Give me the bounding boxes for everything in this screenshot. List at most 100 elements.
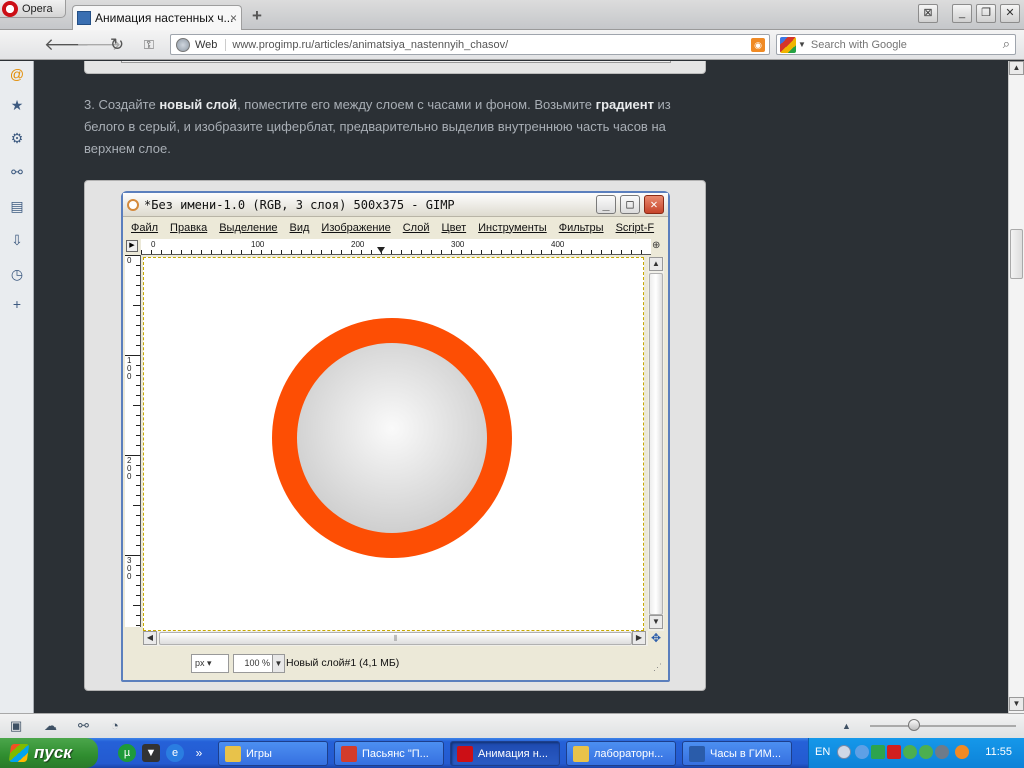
notes-icon[interactable]: ▤ <box>8 197 26 215</box>
ati-icon[interactable] <box>887 745 901 759</box>
ruler-tick <box>591 250 592 254</box>
address-url[interactable]: www.progimp.ru/articles/animatsiya_naste… <box>232 39 508 51</box>
page-scroll-down-icon[interactable]: ▼ <box>1009 697 1024 711</box>
minimize-button[interactable]: _ <box>952 4 972 23</box>
reload-icon[interactable]: ↻ <box>107 35 127 55</box>
internet-explorer-icon[interactable]: e <box>166 744 184 762</box>
antivirus-icon[interactable] <box>919 745 933 759</box>
unit-select[interactable]: px ▾ <box>191 654 229 673</box>
gimp-close-button[interactable]: ✕ <box>644 195 664 214</box>
rss-feed-icon[interactable]: ◉ <box>751 38 765 52</box>
gimp-horizontal-scrollbar[interactable]: ◀ ⦀ ▶ <box>143 631 648 646</box>
gimp-menu-item[interactable]: Выделение <box>219 222 277 234</box>
ruler-tick <box>441 250 442 254</box>
add-panel-icon[interactable]: + <box>8 295 26 313</box>
update-icon[interactable] <box>955 745 969 759</box>
new-tab-button[interactable]: + <box>252 6 262 26</box>
clock-face <box>297 343 487 533</box>
forward-icon[interactable]: 🡒 <box>76 35 122 55</box>
settings-gear-icon[interactable]: ⚙ <box>8 129 26 147</box>
language-indicator[interactable]: EN <box>815 746 830 758</box>
downloads-icon[interactable]: ⇩ <box>8 231 26 249</box>
mail-icon[interactable]: @ <box>8 65 26 83</box>
gimp-menu-item[interactable]: Вид <box>290 222 310 234</box>
panel-toggle-icon[interactable]: ▣ <box>10 718 22 734</box>
gimp-menu-item[interactable]: Цвет <box>441 222 466 234</box>
scroll-right-icon[interactable]: ▶ <box>632 631 646 645</box>
resize-grip-icon[interactable]: ⋰ <box>653 662 662 673</box>
gimp-vertical-scrollbar[interactable]: ▲ ▼ <box>648 257 664 631</box>
tray-back-icon[interactable] <box>837 745 851 759</box>
gimp-zoom-icon[interactable]: ⊕ <box>652 240 666 254</box>
taskbar-button[interactable]: Часы в ГИМ... <box>682 741 792 766</box>
page-scroll-thumb[interactable] <box>1010 229 1023 279</box>
app-shortcut-icon[interactable]: ▼ <box>142 744 160 762</box>
zoom-slider[interactable] <box>870 719 1016 731</box>
vscroll-thumb[interactable] <box>649 273 663 615</box>
gimp-menu-item[interactable]: Script-F <box>616 222 655 234</box>
speed-dial-icon[interactable]: ◔ <box>111 718 119 733</box>
bookmarks-star-icon[interactable]: ★ <box>8 96 26 114</box>
start-button[interactable]: пуск <box>0 738 98 768</box>
back-icon[interactable]: 🡐 <box>44 35 90 55</box>
history-clock-icon[interactable]: ◷ <box>8 265 26 283</box>
search-box[interactable]: ▼ ⌕ <box>776 34 1016 55</box>
taskbar-button[interactable]: Анимация н... <box>450 741 560 766</box>
taskbar-button[interactable]: лабораторн... <box>566 741 676 766</box>
ruler-tick <box>136 295 140 296</box>
security-check-icon[interactable] <box>903 745 917 759</box>
quicklaunch-more-icon[interactable]: » <box>190 744 208 762</box>
gimp-pan-icon[interactable]: ✥ <box>651 631 661 645</box>
download-arrow-icon[interactable] <box>871 745 885 759</box>
taskbar-button[interactable]: Игры <box>218 741 328 766</box>
tab-active[interactable]: Анимация настенных ч... × <box>72 5 242 30</box>
opera-menu-button[interactable]: Opera <box>0 0 66 18</box>
image-canvas[interactable] <box>143 257 644 631</box>
gimp-navigate-icon[interactable]: ▶ <box>126 240 138 252</box>
restore-button[interactable]: ❐ <box>976 4 996 23</box>
utorrent-icon[interactable]: µ <box>118 744 136 762</box>
gimp-statusbar: px ▾ 100 % ▼ Новый слой#1 (4,1 МБ) ⋰ <box>123 650 668 678</box>
page-content: 3. Создайте новый слой, поместите его ме… <box>34 61 1008 713</box>
scroll-left-icon[interactable]: ◀ <box>143 631 157 645</box>
address-field[interactable]: Web www.progimp.ru/articles/animatsiya_n… <box>170 34 770 55</box>
tab-close-icon[interactable]: × <box>230 11 237 25</box>
gimp-menu-item[interactable]: Изображение <box>321 222 390 234</box>
ruler-tick <box>451 250 452 254</box>
scroll-down-icon[interactable]: ▼ <box>649 615 663 629</box>
opera-menu-label: Opera <box>22 2 53 15</box>
search-input[interactable] <box>810 38 981 51</box>
ruler-tick <box>136 625 140 626</box>
search-engine-dropdown-icon[interactable]: ▼ <box>798 40 806 49</box>
gimp-menu-item[interactable]: Правка <box>170 222 207 234</box>
google-search-engine-icon[interactable] <box>780 36 796 53</box>
hscroll-thumb[interactable]: ⦀ <box>159 632 632 645</box>
ruler-tick <box>631 250 632 254</box>
unite-share-icon[interactable]: ⚯ <box>8 163 26 181</box>
key-icon[interactable]: ⚿ <box>139 35 159 55</box>
search-icon[interactable]: ⌕ <box>1003 36 1010 52</box>
zoom-slider-knob[interactable] <box>908 719 920 731</box>
tab-trash-icon[interactable]: ⊠ <box>918 4 938 23</box>
gimp-menu-item[interactable]: Фильтры <box>559 222 604 234</box>
gimp-minimize-button[interactable]: _ <box>596 195 616 214</box>
gimp-menu-item[interactable]: Файл <box>131 222 158 234</box>
gimp-maximize-button[interactable]: □ <box>620 195 640 214</box>
gimp-menu-item[interactable]: Слой <box>403 222 430 234</box>
zoom-select[interactable]: 100 % ▼ <box>233 654 285 673</box>
address-web-label: Web <box>195 38 227 51</box>
page-scroll-up-icon[interactable]: ▲ <box>1009 61 1024 75</box>
close-window-button[interactable]: ✕ <box>1000 4 1020 23</box>
network-icon[interactable] <box>855 745 869 759</box>
zoom-dropdown-icon[interactable]: ▼ <box>272 655 284 672</box>
turbo-cloud-icon[interactable]: ☁ <box>44 718 57 734</box>
scroll-up-icon[interactable]: ▲ <box>649 257 663 271</box>
unite-icon[interactable]: ⚯ <box>78 718 89 734</box>
volume-icon[interactable] <box>935 745 949 759</box>
ruler-tick <box>136 335 140 336</box>
tab-favicon-icon <box>77 11 91 25</box>
browser-scrollbar[interactable]: ▲ ▼ <box>1008 61 1024 713</box>
gimp-menu-item[interactable]: Инструменты <box>478 222 547 234</box>
taskbar-button[interactable]: Пасьянс "П... <box>334 741 444 766</box>
zoom-menu-icon[interactable]: ▲ <box>842 721 851 731</box>
